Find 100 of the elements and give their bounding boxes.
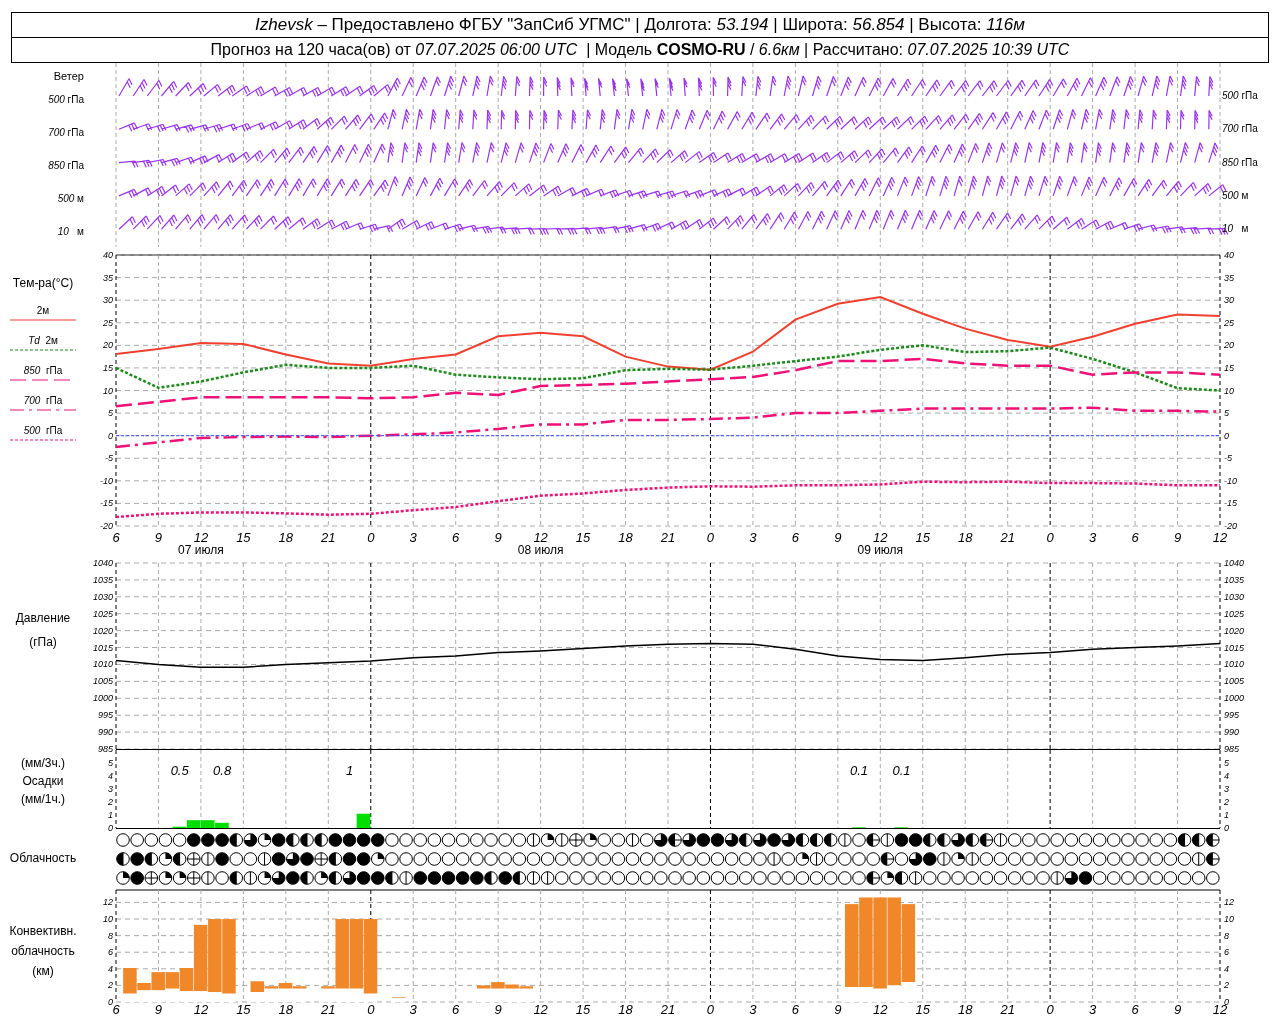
axis-tick-label: 990 — [97, 727, 113, 738]
axis-tick-label: 990 — [1224, 727, 1240, 738]
axis-tick-label: 6 — [112, 1002, 120, 1017]
panel-title: Тем-ра(°C) — [12, 275, 74, 292]
panel-title: Осадки — [22, 773, 64, 790]
panel-title: (мм/3ч.) — [20, 755, 66, 772]
axis-tick-label: 0 — [367, 1002, 375, 1017]
panel-title: (км) — [32, 963, 54, 980]
axis-tick-label: 12 — [1212, 530, 1228, 545]
axis-tick-label: 15 — [915, 1002, 930, 1017]
axis-tick-label: 18 — [278, 1002, 294, 1017]
axis-tick-label: 985 — [97, 744, 113, 754]
axis-tick-label: 3 — [749, 1002, 757, 1017]
axis-tick-label: 9 — [834, 1002, 842, 1017]
axis-tick-label: 2 — [108, 980, 113, 991]
legend-label: 2м — [36, 304, 50, 318]
header-subtitle: Прогноз на 120 часа(ов) от 07.07.2025 06:00 UTC | Модель COSMO-RU / 6.6км | Рассчитано: 07.07.2025 10:39 UTC — [209, 40, 1071, 60]
wind-level-label: 10 м — [1222, 222, 1250, 237]
axis-tick-label: 6 — [452, 530, 460, 545]
axis-tick-label: 12 — [193, 530, 209, 545]
precipitation-total: 0.8 — [213, 763, 232, 778]
axis-tick-label: 985 — [1224, 744, 1240, 754]
axis-tick-label: 5 — [108, 758, 113, 768]
axis-tick-label: 995 — [97, 710, 113, 721]
axis-tick-label: 6 — [108, 947, 113, 958]
axis-tick-label: 6 — [452, 1002, 460, 1017]
axis-tick-label: 1025 — [1224, 608, 1245, 619]
wind-level-label: 500 гПа — [48, 93, 84, 107]
axis-tick-label: 1020 — [1224, 625, 1245, 636]
axis-tick-label: 25 — [1224, 317, 1234, 328]
axis-tick-label: 8 — [108, 930, 113, 941]
axis-tick-label: 1010 — [1224, 659, 1245, 670]
date-label: 09 июля — [857, 543, 904, 557]
axis-tick-label: 12 — [103, 897, 113, 908]
axis-tick-label: 1035 — [1224, 574, 1245, 585]
axis-tick-label: 8 — [1224, 930, 1229, 941]
panel-title: (гПа) — [29, 634, 57, 651]
axis-tick-label: 25 — [103, 317, 113, 328]
axis-tick-label: 21 — [321, 1002, 336, 1017]
axis-tick-label: 0 — [1224, 823, 1229, 833]
axis-tick-label: 4 — [108, 771, 113, 781]
axis-tick-label: 995 — [1224, 710, 1240, 721]
axis-tick-label: 40 — [1224, 250, 1234, 260]
panel-title: Облачность — [9, 850, 77, 867]
axis-tick-label: 10 — [1224, 385, 1234, 396]
axis-tick-label: 1010 — [92, 659, 113, 670]
axis-tick-label: 21 — [660, 1002, 676, 1017]
axis-tick-label: 5 — [108, 408, 113, 419]
wind-level-label: 700 гПа — [1222, 122, 1259, 137]
axis-tick-label: 35 — [103, 272, 113, 283]
axis-tick-label: 6 — [791, 530, 799, 545]
axis-tick-label: 15 — [915, 530, 930, 545]
axis-tick-label: 9 — [494, 530, 502, 545]
axis-tick-label: 6 — [112, 530, 120, 545]
precipitation-total: 0.1 — [850, 763, 869, 778]
axis-tick-label: -5 — [105, 453, 113, 464]
axis-tick-label: 35 — [1224, 272, 1234, 283]
axis-tick-label: 12 — [193, 1002, 209, 1017]
axis-tick-label: 0 — [1046, 530, 1054, 545]
axis-tick-label: 3 — [1089, 1002, 1097, 1017]
axis-tick-label: 15 — [103, 362, 113, 373]
axis-tick-label: 3 — [749, 530, 757, 545]
axis-tick-label: 30 — [103, 295, 113, 306]
axis-tick-label: 2 — [108, 797, 113, 807]
axis-tick-label: 18 — [278, 530, 294, 545]
axis-tick-label: 1005 — [1224, 676, 1245, 687]
axis-tick-label: 0 — [367, 530, 375, 545]
axis-tick-label: 3 — [1089, 530, 1097, 545]
wind-level-label: 850 гПа — [1222, 155, 1259, 170]
wind-level-label: 500 м — [1222, 188, 1250, 203]
axis-tick-label: 15 — [1224, 362, 1234, 373]
axis-tick-label: -20 — [100, 521, 113, 531]
legend-label: Td 2м — [28, 334, 58, 348]
axis-tick-label: 0 — [108, 430, 113, 441]
axis-tick-label: 4 — [108, 963, 113, 974]
axis-tick-label: 9 — [154, 1002, 163, 1017]
axis-tick-label: 9 — [154, 530, 163, 545]
panel-title: Конвективн. — [9, 923, 77, 940]
axis-tick-label: 0 — [108, 823, 113, 833]
date-label: 07 июля — [178, 543, 224, 557]
axis-tick-label: 21 — [321, 530, 336, 545]
axis-tick-label: 0 — [706, 530, 715, 545]
axis-tick-label: 3 — [108, 784, 113, 794]
wind-level-label: 500 гПа — [1222, 89, 1259, 103]
axis-tick-label: -10 — [100, 475, 113, 486]
axis-tick-label: 9 — [494, 1002, 502, 1017]
axis-tick-label: 1030 — [92, 591, 113, 602]
axis-tick-label: 12 — [873, 530, 888, 545]
axis-tick-label: 0 — [706, 1002, 715, 1017]
axis-tick-label: 0 — [1046, 1002, 1054, 1017]
axis-tick-label: -5 — [1224, 453, 1232, 464]
axis-tick-label: 10 — [1224, 914, 1234, 925]
legend-label: 500 гПа — [23, 424, 63, 438]
axis-tick-label: -15 — [100, 498, 113, 509]
axis-tick-label: 1020 — [92, 625, 113, 636]
precipitation-total: 1 — [345, 763, 354, 778]
axis-tick-label: 1015 — [92, 642, 113, 653]
axis-tick-label: 4 — [1224, 963, 1229, 974]
axis-tick-label: 12 — [533, 1002, 548, 1017]
axis-tick-label: 1000 — [1224, 693, 1245, 704]
